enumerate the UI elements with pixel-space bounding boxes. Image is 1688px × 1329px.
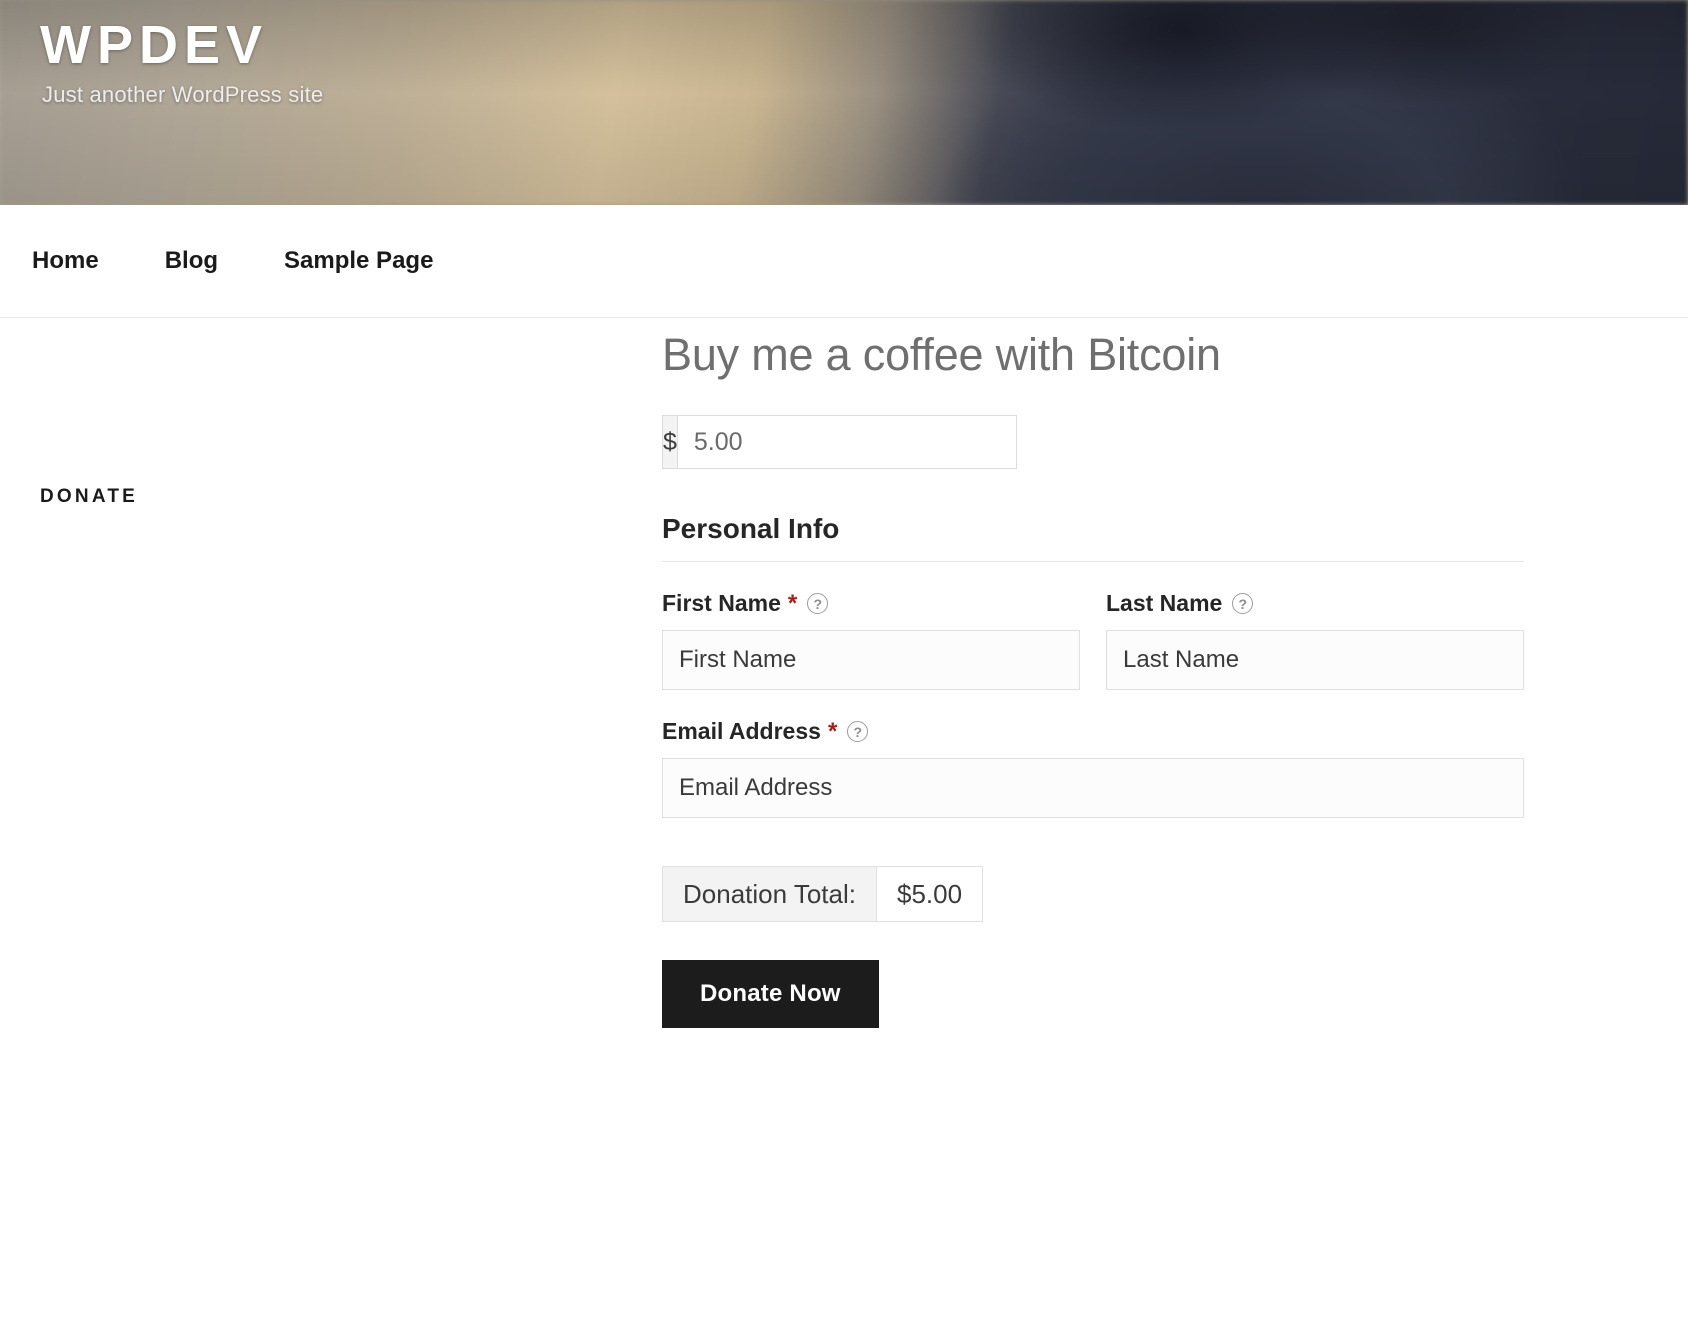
site-title[interactable]: WPDEV — [40, 14, 323, 76]
help-circle-icon[interactable]: ? — [1232, 593, 1254, 614]
first-name-field: First Name * ? — [662, 590, 1080, 690]
nav-item-sample-page[interactable]: Sample Page — [284, 247, 433, 275]
required-asterisk: * — [787, 589, 798, 617]
content-area: DONATE Buy me a coffee with Bitcoin $ Pe… — [0, 318, 1688, 1028]
email-label: Email Address * ? — [662, 718, 1524, 745]
first-name-input[interactable] — [662, 630, 1080, 690]
email-label-text: Email Address — [662, 718, 821, 744]
nav-list: Home Blog Sample Page — [32, 247, 433, 275]
site-description: Just another WordPress site — [42, 82, 324, 108]
site-header: WPDEV Just another WordPress site — [0, 0, 1688, 205]
donation-form: Buy me a coffee with Bitcoin $ Personal … — [662, 318, 1524, 1028]
last-name-label-text: Last Name — [1106, 590, 1223, 616]
donation-amount-input[interactable] — [676, 415, 1017, 469]
site-branding: WPDEV Just another WordPress site — [40, 14, 323, 108]
currency-symbol: $ — [662, 415, 677, 469]
form-title: Buy me a coffee with Bitcoin — [662, 329, 1221, 380]
email-field: Email Address * ? — [662, 718, 1524, 818]
donation-total-label: Donation Total: — [662, 866, 876, 922]
primary-navigation: Home Blog Sample Page — [0, 205, 1688, 318]
required-asterisk: * — [827, 717, 838, 745]
last-name-label: Last Name ? — [1106, 590, 1524, 617]
donation-amount-field: $ — [662, 415, 1017, 469]
help-circle-icon[interactable]: ? — [847, 721, 869, 742]
nav-item-blog[interactable]: Blog — [165, 247, 218, 275]
donation-total-amount: $5.00 — [875, 866, 984, 922]
first-name-label-text: First Name — [662, 590, 781, 616]
personal-info-legend: Personal Info — [662, 513, 1524, 562]
help-circle-icon[interactable]: ? — [807, 593, 829, 614]
donate-now-button[interactable]: Donate Now — [662, 960, 879, 1028]
nav-item-home[interactable]: Home — [32, 247, 99, 275]
last-name-field: Last Name ? — [1106, 590, 1524, 690]
first-name-label: First Name * ? — [662, 590, 1080, 617]
name-fields-row: First Name * ? Last Name ? — [662, 590, 1524, 690]
email-input[interactable] — [662, 758, 1524, 818]
page-title: DONATE — [40, 486, 139, 507]
last-name-input[interactable] — [1106, 630, 1524, 690]
donation-total: Donation Total: $5.00 — [662, 866, 984, 922]
